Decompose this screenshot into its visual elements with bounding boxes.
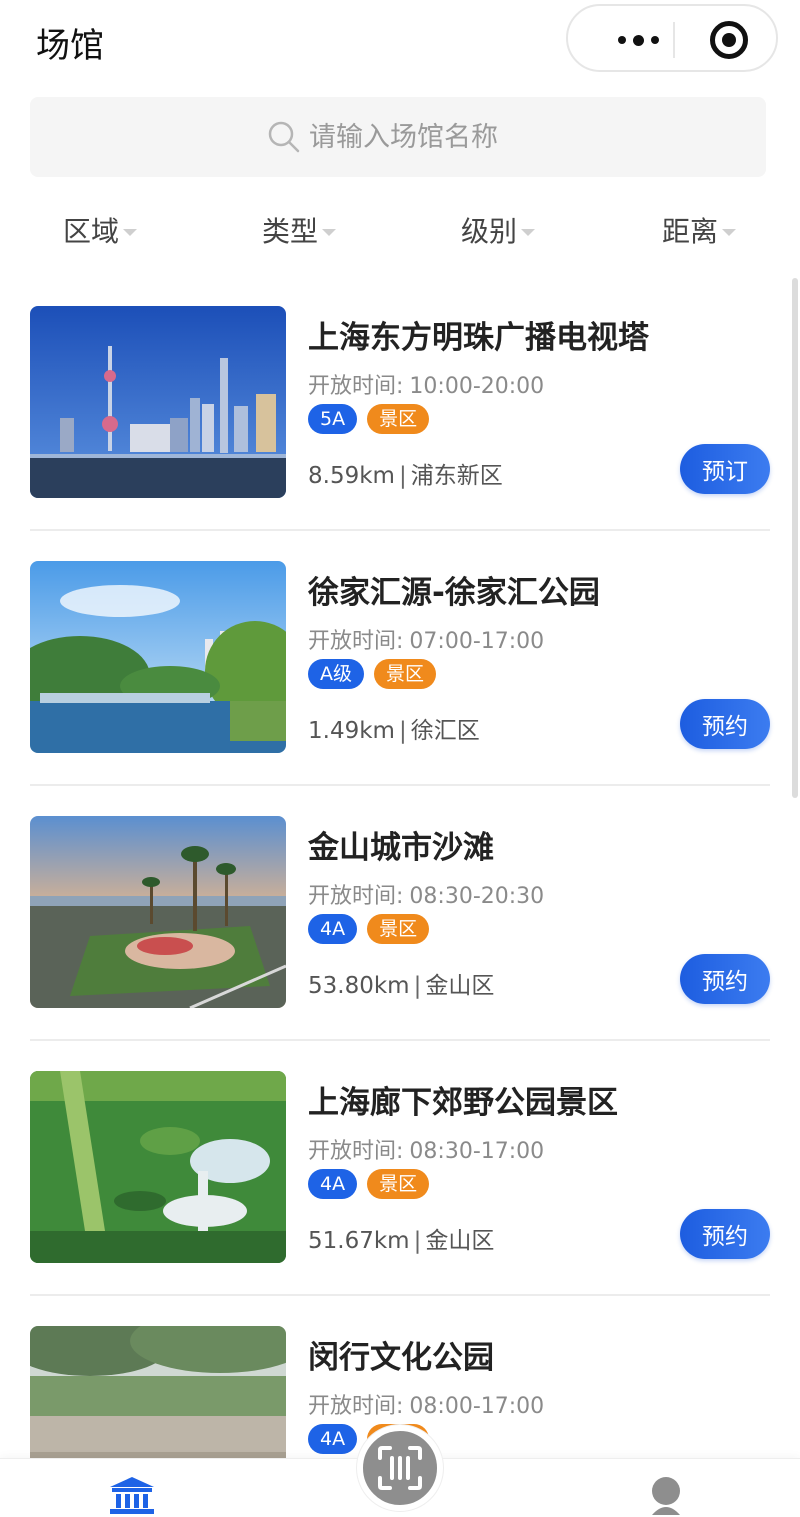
venue-name: 金山城市沙滩 — [308, 830, 494, 866]
distance: 8.59km — [308, 463, 395, 489]
venue-card[interactable]: 金山城市沙滩 开放时间: 08:30-20:30 4A 景区 53.80km | 金山… — [30, 816, 770, 1072]
filter-distance[interactable]: 距离 — [662, 210, 737, 250]
level-badge: A级 — [308, 659, 364, 689]
page-title: 场馆 — [36, 26, 104, 66]
venue-card[interactable]: 上海廊下郊野公园景区 开放时间: 08:30-17:00 4A 景区 51.67k… — [30, 1071, 770, 1327]
venue-card[interactable]: 上海东方明珠广播电视塔 开放时间: 10:00-20:00 5A 景区 8.59k… — [30, 306, 770, 562]
venue-location: 51.67km | 金山区 — [308, 1228, 495, 1254]
caret-down-icon — [722, 228, 737, 236]
hours-value: 08:30-20:30 — [409, 884, 545, 909]
venue-photo — [30, 816, 286, 1008]
distance: 53.80km — [308, 973, 410, 999]
district: 金山区 — [425, 1228, 495, 1254]
caret-down-icon — [123, 228, 138, 236]
profile-icon[interactable] — [644, 1473, 688, 1517]
filter-region[interactable]: 区域 — [63, 210, 138, 250]
venue-name: 上海东方明珠广播电视塔 — [308, 320, 649, 356]
venue-photo — [30, 1326, 286, 1458]
opening-hours: 开放时间: 08:30-20:30 — [308, 878, 544, 910]
caret-down-icon — [322, 228, 337, 236]
level-badge: 4A — [308, 914, 358, 944]
venue-location: 8.59km | 浦东新区 — [308, 463, 503, 489]
hours-label: 开放时间: — [308, 1394, 404, 1419]
category-badge: 景区 — [374, 659, 437, 689]
distance: 1.49km — [308, 718, 395, 744]
book-button[interactable]: 预订 — [680, 444, 770, 494]
district: 浦东新区 — [410, 463, 503, 489]
venue-tags: 4A 景区 — [308, 1169, 430, 1199]
filter-label: 距离 — [662, 215, 719, 248]
filter-label: 类型 — [262, 215, 319, 248]
nav-bar: 场馆 — [0, 0, 800, 80]
category-badge: 景区 — [367, 914, 430, 944]
more-icon[interactable] — [598, 26, 678, 54]
reserve-button[interactable]: 预约 — [680, 699, 770, 749]
hours-value: 08:30-17:00 — [409, 1139, 545, 1164]
district: 徐汇区 — [410, 718, 480, 744]
close-miniprogram-icon[interactable] — [710, 21, 748, 59]
level-badge: 4A — [308, 1169, 358, 1199]
filter-level[interactable]: 级别 — [461, 210, 536, 250]
hours-label: 开放时间: — [308, 1139, 404, 1164]
venue-tags: 5A 景区 — [308, 404, 430, 434]
hours-label: 开放时间: — [308, 374, 404, 399]
opening-hours: 开放时间: 07:00-17:00 — [308, 623, 544, 655]
caret-down-icon — [521, 228, 536, 236]
filter-label: 区域 — [63, 215, 120, 248]
category-badge: 景区 — [367, 1169, 430, 1199]
opening-hours: 开放时间: 10:00-20:00 — [308, 368, 544, 400]
venue-name: 上海廊下郊野公园景区 — [308, 1085, 618, 1121]
scrollbar[interactable] — [792, 278, 798, 798]
venue-tags: 4A 景区 — [308, 914, 430, 944]
miniprogram-capsule — [566, 4, 778, 72]
venue-name: 徐家汇源-徐家汇公园 — [308, 575, 600, 611]
venue-photo — [30, 561, 286, 753]
distance: 51.67km — [308, 1228, 410, 1254]
divider — [30, 1039, 770, 1041]
scan-button[interactable] — [357, 1425, 443, 1511]
hours-label: 开放时间: — [308, 629, 404, 654]
divider — [30, 1294, 770, 1296]
search-bar[interactable] — [30, 97, 766, 177]
search-icon — [268, 121, 300, 153]
venue-tags: A级 景区 — [308, 659, 437, 689]
category-badge: 景区 — [367, 404, 430, 434]
hours-label: 开放时间: — [308, 884, 404, 909]
filter-type[interactable]: 类型 — [262, 210, 337, 250]
venue-location: 1.49km | 徐汇区 — [308, 718, 480, 744]
reserve-button[interactable]: 预约 — [680, 1209, 770, 1259]
scan-icon — [378, 1446, 422, 1490]
divider — [30, 529, 770, 531]
hours-value: 10:00-20:00 — [409, 374, 545, 399]
district: 金山区 — [425, 973, 495, 999]
venue-name: 闵行文化公园 — [308, 1340, 494, 1376]
opening-hours: 开放时间: 08:00-17:00 — [308, 1388, 544, 1420]
opening-hours: 开放时间: 08:30-17:00 — [308, 1133, 544, 1165]
hours-value: 07:00-17:00 — [409, 629, 545, 654]
venue-photo — [30, 306, 286, 498]
divider — [30, 784, 770, 786]
hours-value: 08:00-17:00 — [409, 1394, 545, 1419]
level-badge: 4A — [308, 1424, 358, 1454]
filter-label: 级别 — [461, 215, 518, 248]
venue-icon[interactable] — [108, 1475, 156, 1515]
reserve-button[interactable]: 预约 — [680, 954, 770, 1004]
venue-photo — [30, 1071, 286, 1263]
venue-card[interactable]: 徐家汇源-徐家汇公园 开放时间: 07:00-17:00 A级 景区 1.49km… — [30, 561, 770, 817]
search-input[interactable] — [309, 121, 529, 153]
filter-bar: 区域 类型 级别 距离 — [0, 200, 800, 260]
capsule-divider — [673, 22, 675, 58]
level-badge: 5A — [308, 404, 358, 434]
venue-location: 53.80km | 金山区 — [308, 973, 495, 999]
